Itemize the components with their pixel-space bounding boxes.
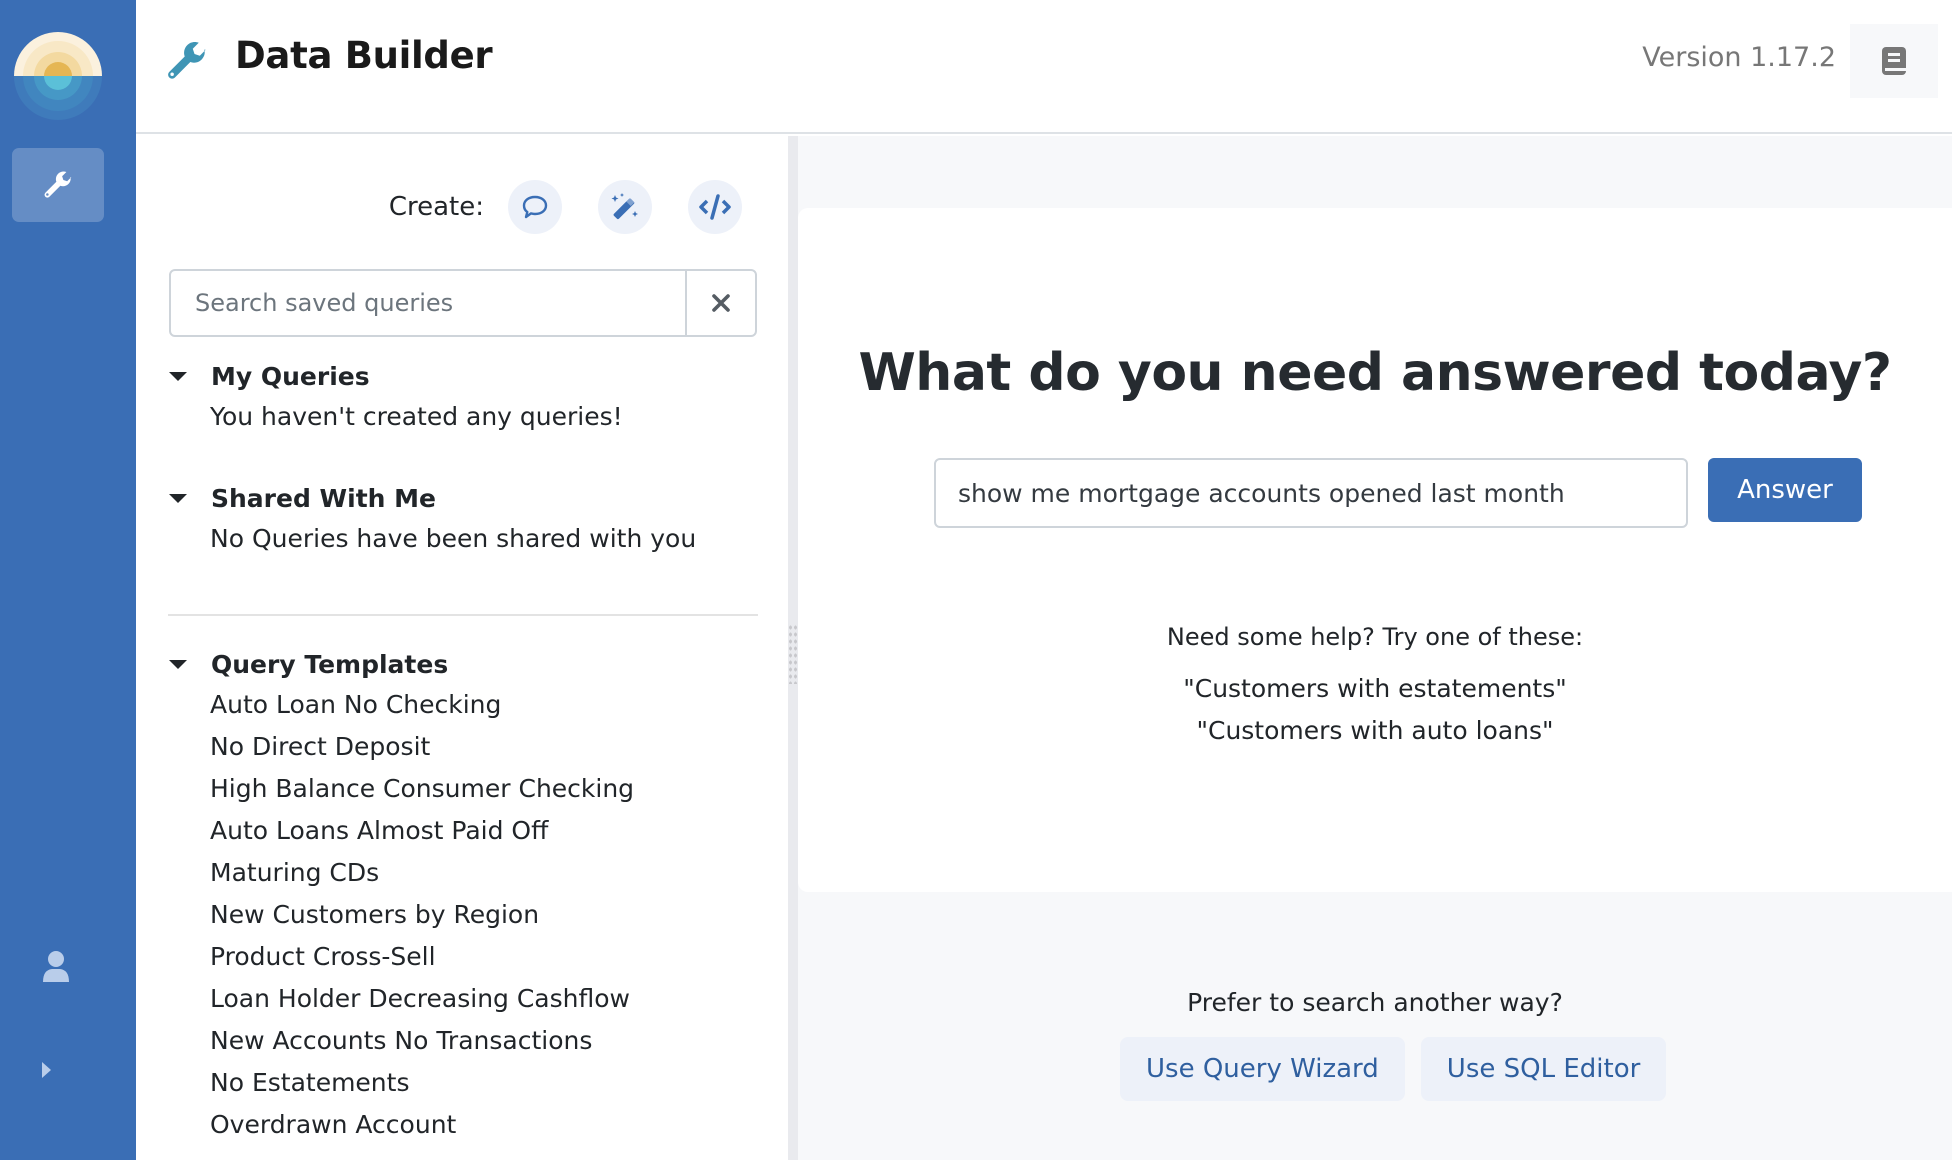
search-saved-queries-input[interactable] (171, 271, 685, 335)
rail-item-data-builder[interactable] (12, 148, 104, 222)
empty-message: You haven't created any queries! (210, 402, 623, 431)
caret-down-icon (169, 371, 187, 381)
ask-form: Answer (934, 458, 1862, 528)
code-icon (699, 194, 731, 220)
template-item[interactable]: Auto Loans Almost Paid Off (210, 810, 769, 852)
section-divider (168, 614, 758, 616)
magic-wand-icon (611, 193, 638, 220)
template-item[interactable]: Auto Loan No Checking (210, 684, 769, 726)
create-wizard-button[interactable] (598, 180, 652, 234)
empty-message: No Queries have been shared with you (210, 524, 697, 553)
query-templates-section: Query Templates Auto Loan No Checking No… (169, 644, 769, 1146)
question-input[interactable] (934, 458, 1688, 528)
my-queries-section: My Queries You haven't created any queri… (169, 356, 769, 438)
answer-button[interactable]: Answer (1708, 458, 1862, 522)
section-title: Shared With Me (211, 483, 436, 513)
nav-rail (0, 0, 136, 1160)
template-list: Auto Loan No Checking No Direct Deposit … (169, 684, 769, 1146)
suggestion-link[interactable]: "Customers with estatements" (798, 674, 1952, 703)
create-nl-query-button[interactable] (508, 180, 562, 234)
template-item[interactable]: Overdrawn Account (210, 1104, 769, 1146)
template-item[interactable]: New Accounts No Transactions (210, 1020, 769, 1062)
template-item[interactable]: Loan Holder Decreasing Cashflow (210, 978, 769, 1020)
app-header: Data Builder Version 1.17.2 (136, 0, 1952, 134)
create-toolbar: Create: (389, 180, 742, 234)
headline: What do you need answered today? (858, 343, 1892, 403)
ask-card (798, 208, 1952, 892)
panel-resize-handle[interactable] (788, 136, 798, 1160)
template-item[interactable]: Product Cross-Sell (210, 936, 769, 978)
use-sql-editor-button[interactable]: Use SQL Editor (1420, 1037, 1667, 1101)
template-item[interactable]: High Balance Consumer Checking (210, 768, 769, 810)
docs-button[interactable] (1850, 24, 1938, 98)
chevron-right-icon[interactable] (40, 1060, 56, 1080)
suggestion-link[interactable]: "Customers with auto loans" (798, 716, 1952, 745)
template-item[interactable]: No Direct Deposit (210, 726, 769, 768)
template-item[interactable]: New Customers by Region (210, 894, 769, 936)
wrench-icon (168, 42, 206, 79)
query-templates-toggle[interactable]: Query Templates (169, 644, 769, 684)
create-sql-button[interactable] (688, 180, 742, 234)
my-queries-toggle[interactable]: My Queries (169, 356, 769, 396)
page-title: Data Builder (235, 34, 493, 77)
version-label: Version 1.17.2 (1642, 42, 1836, 73)
user-icon[interactable] (40, 950, 72, 984)
main-area: What do you need answered today? Answer … (798, 136, 1952, 1160)
caret-down-icon (169, 659, 187, 669)
wrench-icon (44, 171, 72, 198)
logo-icon (14, 32, 102, 120)
shared-with-me-section: Shared With Me No Queries have been shar… (169, 478, 769, 560)
section-title: Query Templates (211, 649, 449, 679)
use-query-wizard-button[interactable]: Use Query Wizard (1120, 1037, 1405, 1101)
book-icon (1882, 47, 1906, 75)
clear-search-button[interactable] (685, 271, 755, 335)
search-box (169, 269, 757, 337)
alternate-methods: Use Query Wizard Use SQL Editor (1120, 1037, 1682, 1101)
prefer-text: Prefer to search another way? (1187, 988, 1563, 1017)
create-label: Create: (388, 192, 484, 222)
template-item[interactable]: No Estatements (210, 1062, 769, 1104)
saved-queries-panel: Create: My Queries You haven't created a… (136, 136, 788, 1160)
section-title: My Queries (211, 361, 370, 391)
close-icon (712, 294, 730, 312)
chat-bubble-icon (522, 195, 548, 219)
template-item[interactable]: Maturing CDs (210, 852, 769, 894)
help-text: Need some help? Try one of these: (1166, 623, 1584, 651)
grip-icon (788, 624, 798, 684)
caret-down-icon (169, 493, 187, 503)
shared-with-me-toggle[interactable]: Shared With Me (169, 478, 769, 518)
